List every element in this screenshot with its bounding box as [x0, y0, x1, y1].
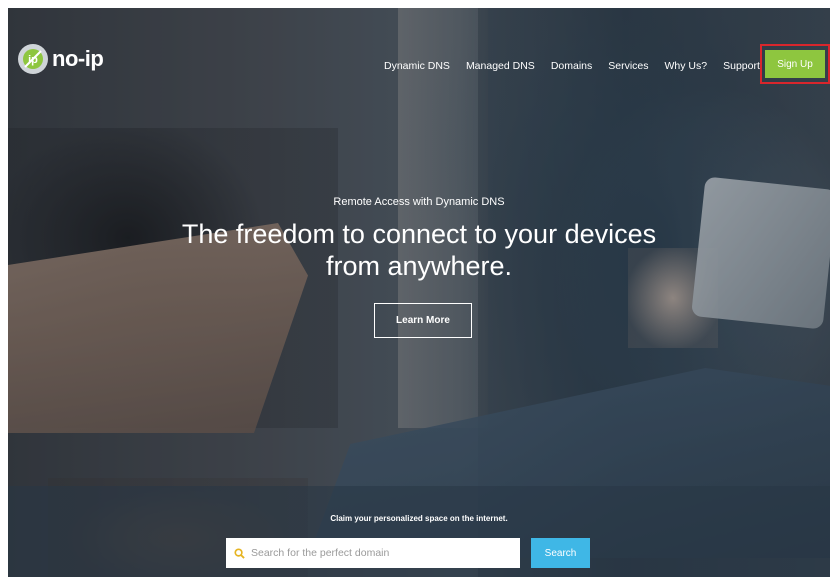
signup-button[interactable]: Sign Up [765, 50, 825, 78]
logo-text: no-ip [52, 46, 104, 71]
hero-frame: ip no-ip Dynamic DNS Managed DNS Domains… [8, 8, 830, 577]
nav-item-domains[interactable]: Domains [551, 60, 592, 72]
hero-subheading: Remote Access with Dynamic DNS [333, 196, 505, 208]
signup-highlight: Sign Up [760, 44, 830, 84]
nav-item-services[interactable]: Services [608, 60, 648, 72]
search-button[interactable]: Search [531, 538, 590, 568]
search-icon [234, 547, 245, 559]
site-logo[interactable]: ip no-ip [18, 44, 104, 74]
hero-headline: The freedom to connect to your devices f… [8, 218, 830, 282]
nav-item-dynamic-dns[interactable]: Dynamic DNS [384, 60, 450, 72]
search-tagline: Claim your personalized space on the int… [330, 514, 508, 523]
nav-item-support[interactable]: Support [723, 60, 760, 72]
domain-search-input[interactable] [251, 547, 511, 559]
no-ip-logo-icon: ip [18, 44, 48, 74]
learn-more-button[interactable]: Learn More [374, 303, 472, 338]
hero-headline-line2: from anywhere. [325, 251, 513, 281]
nav-item-managed-dns[interactable]: Managed DNS [466, 60, 535, 72]
hero-headline-line1: The freedom to connect to your devices [181, 219, 657, 249]
domain-search-field[interactable] [226, 538, 520, 568]
main-nav: Dynamic DNS Managed DNS Domains Services… [384, 60, 776, 72]
nav-item-why-us[interactable]: Why Us? [665, 60, 708, 72]
